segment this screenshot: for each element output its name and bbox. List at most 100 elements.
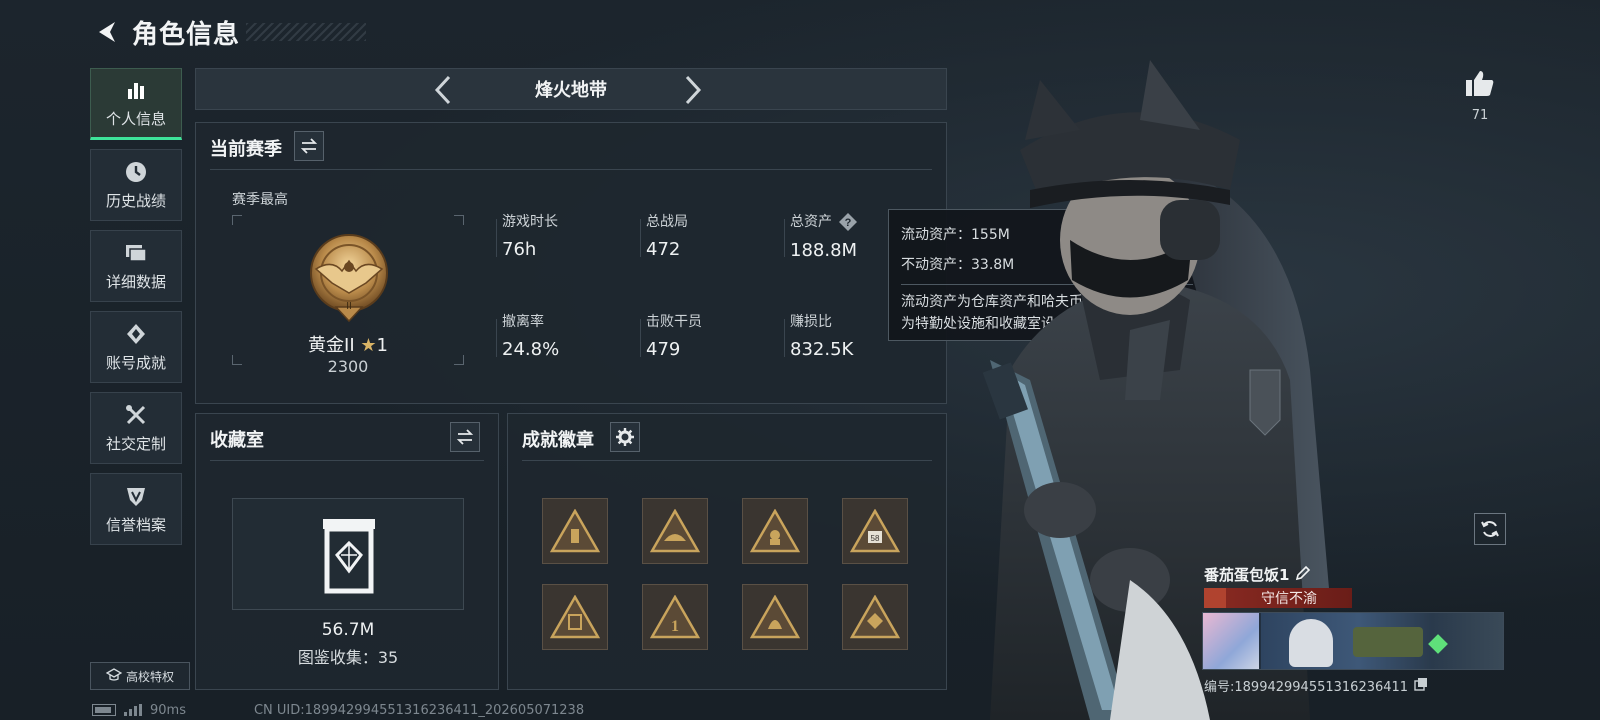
tools-icon — [123, 402, 149, 428]
rank-name-row: 黄金II ★1 — [232, 331, 464, 357]
achievement-badge[interactable]: 58 — [842, 498, 908, 564]
season-switch-button[interactable] — [294, 131, 324, 161]
clock-icon — [123, 159, 149, 185]
badge-emblem-icon: 58 — [850, 509, 900, 553]
avatar — [1203, 613, 1259, 669]
status-bar: 90ms CN UID:18994299455131623641​1_20260… — [92, 700, 584, 720]
ping-value: 90ms — [150, 702, 186, 718]
svg-text:1: 1 — [671, 618, 679, 635]
help-icon[interactable]: ? — [838, 212, 858, 232]
shield-icon — [123, 483, 149, 509]
campus-privilege-label: 高校特权 — [125, 669, 174, 684]
refresh-icon — [1481, 521, 1499, 537]
achievement-badge[interactable] — [842, 584, 908, 650]
sidebar-item-personal-info[interactable]: 个人信息 — [90, 68, 182, 140]
player-id-row: 编号:18994299455131623641​1 — [1204, 676, 1428, 695]
sidebar-item-detail-data[interactable]: 详细数据 — [90, 230, 182, 302]
graduation-cap-icon — [105, 667, 123, 685]
mode-name: 烽火地带 — [535, 80, 607, 101]
rank-box: II 黄金II ★1 2300 — [232, 215, 464, 376]
season-title: 当前赛季 — [210, 139, 282, 160]
swap-icon — [456, 429, 474, 445]
sidebar-item-label: 个人信息 — [105, 110, 166, 128]
sidebar-item-history[interactable]: 历史战绩 — [90, 149, 182, 221]
badges-title: 成就徽章 — [522, 430, 594, 451]
achievement-badge[interactable] — [542, 498, 608, 564]
badge-emblem-icon: 1 — [650, 595, 700, 639]
back-arrow-icon — [99, 22, 115, 42]
like-count: 71 — [1471, 108, 1489, 123]
stat-extract-rate: 撤离率 24.8% — [502, 314, 560, 360]
player-title-text: 守信不渝 — [1261, 591, 1317, 607]
sidebar-item-credit[interactable]: 信誉档案 — [90, 473, 182, 545]
chevron-left-icon — [434, 75, 451, 105]
stat-operators-defeated: 击败干员 479 — [646, 314, 702, 360]
refresh-button[interactable] — [1474, 513, 1506, 545]
copy-icon[interactable] — [1414, 677, 1428, 695]
badge-emblem-icon — [850, 595, 900, 639]
collection-value: 56.7M — [321, 620, 375, 640]
collection-switch-button[interactable] — [450, 422, 480, 452]
gear-icon — [616, 428, 634, 446]
svg-text:II: II — [346, 301, 352, 312]
gold-rank-emblem-icon: II — [310, 234, 388, 323]
signal-icon — [124, 704, 142, 716]
player-name-row: 番茄蛋包饭1 — [1204, 564, 1311, 585]
svg-text:58: 58 — [871, 534, 880, 543]
edit-pencil-icon[interactable] — [1295, 565, 1311, 585]
collection-panel: 收藏室 56.7M 图鉴收集：35 — [195, 413, 499, 690]
player-title-tag: 守信不渝 — [1204, 588, 1352, 608]
sidebar-item-social[interactable]: 社交定制 — [90, 392, 182, 464]
sidebar-item-achievements[interactable]: 账号成就 — [90, 311, 182, 383]
achievement-badge[interactable]: 1 — [642, 584, 708, 650]
stat-total-matches: 总战局 472 — [646, 214, 688, 260]
achievement-badge[interactable] — [642, 498, 708, 564]
mode-selector: 烽火地带 — [195, 68, 947, 110]
badge-settings-button[interactable] — [610, 422, 640, 452]
chevron-right-icon — [685, 75, 702, 105]
player-name: 番茄蛋包饭1 — [1204, 566, 1290, 584]
collection-room-preview[interactable] — [232, 498, 464, 610]
thumbs-up-icon — [1466, 71, 1494, 96]
sidebar-item-label: 详细数据 — [105, 273, 166, 291]
badge-emblem-icon — [750, 509, 800, 553]
svg-text:?: ? — [845, 217, 852, 229]
collection-title: 收藏室 — [210, 430, 264, 451]
vault-icon — [323, 519, 375, 594]
achievement-badge[interactable] — [542, 584, 608, 650]
achievement-badge[interactable] — [742, 584, 808, 650]
battery-icon — [92, 704, 116, 716]
medal-icon — [123, 321, 149, 347]
card-banner-item — [1353, 627, 1423, 657]
title-decoration — [246, 23, 367, 41]
player-business-card[interactable] — [1202, 612, 1504, 670]
sidebar-item-label: 历史战绩 — [105, 192, 166, 210]
title-emblem-icon — [1204, 588, 1226, 608]
header: 角色信息 — [90, 12, 367, 52]
badge-emblem-icon — [550, 509, 600, 553]
badge-emblem-icon — [550, 595, 600, 639]
season-best-label: 赛季最高 — [232, 192, 288, 208]
badge-emblem-icon — [750, 595, 800, 639]
badge-emblem-icon — [650, 509, 700, 553]
swap-icon — [300, 138, 318, 154]
campus-privilege-button[interactable]: 高校特权 — [90, 662, 190, 690]
like-button[interactable] — [1462, 66, 1498, 100]
sidebar-item-label: 社交定制 — [105, 435, 166, 453]
page-title: 角色信息 — [132, 19, 241, 50]
mode-prev-button[interactable] — [426, 73, 460, 107]
rank-score: 2300 — [327, 357, 369, 376]
season-panel: 当前赛季 赛季最高 II 黄金II ★1 2300 游戏时长 76h 总战局 4… — [195, 122, 947, 404]
sidebar-item-label: 账号成就 — [105, 354, 166, 372]
uid-text: CN UID:18994299455131623641​1_2026050712… — [253, 702, 585, 718]
player-id: 编号:18994299455131623641​1 — [1204, 680, 1409, 695]
rank-stars: 1 — [376, 335, 388, 356]
bar-chart-icon — [123, 77, 149, 103]
back-button[interactable] — [90, 15, 124, 49]
sidebar: 个人信息 历史战绩 详细数据 账号成就 社交定制 信誉档案 — [90, 68, 182, 554]
sidebar-item-label: 信誉档案 — [105, 516, 166, 534]
mode-next-button[interactable] — [676, 73, 710, 107]
collection-count: 图鉴收集：35 — [297, 648, 399, 667]
achievement-badge[interactable] — [742, 498, 808, 564]
divider — [210, 169, 932, 170]
